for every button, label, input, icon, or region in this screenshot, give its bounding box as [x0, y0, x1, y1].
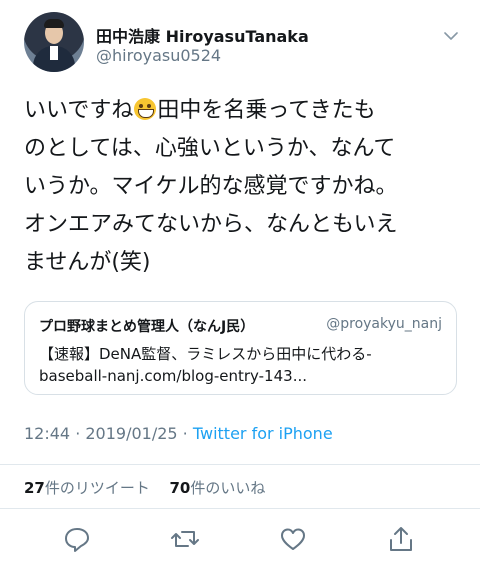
tweet-source-link[interactable]: Twitter for iPhone [193, 424, 333, 443]
tweet-time: 12:44 [24, 424, 71, 443]
retweet-label: 件のリツイート [44, 479, 150, 497]
tweet-text: いいですね 田中を名乗ってきたも のとしては、心強いというか、なんて いうか。マイ… [24, 92, 464, 282]
like-count: 70 [169, 479, 191, 497]
tweet-header: 田中浩康 HiroyasuTanaka @hiroyasu0524 [24, 12, 464, 76]
like-label: 件のいいね [190, 479, 266, 497]
avatar[interactable] [24, 12, 84, 72]
quoted-display-name: プロ野球まとめ管理人（なんJ民） [39, 319, 255, 335]
tweet-line-5: ませんが(笑) [24, 250, 151, 275]
share-icon[interactable] [386, 525, 416, 553]
tweet-meta: 12:44 · 2019/01/25 · Twitter for iPhone [24, 424, 333, 443]
tweet-date: 2019/01/25 [85, 424, 178, 443]
tweet-line-1: いいですね 田中を名乗ってきたも [24, 92, 464, 130]
quoted-handle: @proyakyu_nanj [326, 316, 442, 332]
like-stat[interactable]: 70件のいいね [169, 479, 265, 497]
retweet-count: 27 [24, 479, 45, 497]
tweet-line-4: オンエアみてないから、なんともいえ [24, 212, 398, 237]
tweet-stats: 27件のリツイート 70件のいいね [24, 477, 265, 498]
divider [0, 464, 480, 465]
divider [0, 508, 480, 509]
tweet-text-part: いいですね [24, 98, 134, 123]
tweet-line-3: いうか。マイケル的な感覚ですかね。 [24, 174, 398, 199]
meta-separator: · [177, 424, 193, 443]
retweet-stat[interactable]: 27件のリツイート [24, 479, 150, 497]
quoted-tweet-card[interactable]: プロ野球まとめ管理人（なんJ民） @proyakyu_nanj 【速報】DeNA… [24, 301, 457, 395]
reply-icon[interactable] [62, 525, 92, 553]
retweet-icon[interactable] [170, 525, 200, 553]
tweet-text-part: 田中を名乗ってきたも [157, 98, 376, 123]
quoted-text-line-2: baseball-nanj.com/blog-entry-143... [39, 367, 307, 385]
quoted-text-line-1: 【速報】DeNA監督、ラミレスから田中に代わる- [39, 345, 372, 363]
chevron-down-icon[interactable] [444, 26, 458, 40]
tweet-line-2: のとしては、心強いというか、なんて [24, 136, 396, 161]
grinning-face-icon [134, 98, 157, 120]
user-handle[interactable]: @hiroyasu0524 [96, 46, 221, 65]
like-icon[interactable] [278, 525, 308, 553]
meta-separator: · [70, 424, 86, 443]
display-name[interactable]: 田中浩康 HiroyasuTanaka [96, 23, 309, 47]
